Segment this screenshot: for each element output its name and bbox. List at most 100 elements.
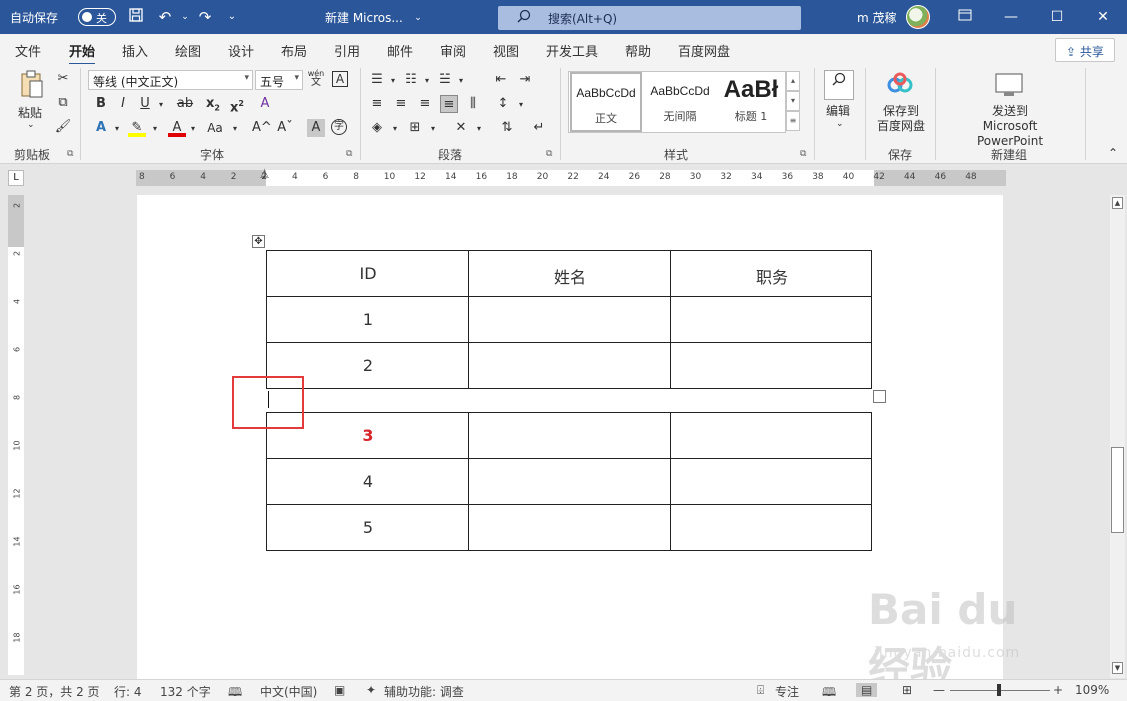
clear-formatting-icon[interactable]: A <box>256 95 274 113</box>
underline-dropdown-icon[interactable]: ▾ <box>152 96 170 114</box>
tab-help[interactable]: 帮助 <box>625 41 651 60</box>
editing-dropdown-icon[interactable]: ⌄ <box>836 119 844 129</box>
zoom-in-icon[interactable]: + <box>1053 683 1063 697</box>
indent-marker-icon[interactable]: ⏅ <box>260 167 269 180</box>
save-icon[interactable] <box>126 7 146 27</box>
focus-label[interactable]: 专注 <box>775 683 799 700</box>
tab-review[interactable]: 审阅 <box>440 41 466 60</box>
gallery-up-icon[interactable]: ▴ <box>786 71 800 91</box>
zoom-slider-thumb[interactable] <box>997 684 1001 696</box>
font-name-select[interactable]: 等线 (中文正文) ▾ <box>88 70 253 90</box>
horizontal-ruler[interactable]: 8 6 4 2 2 4 6 8 10 12 14 16 18 20 22 24 26 28 30 32 34 36 38 40… <box>136 170 1006 186</box>
editing-label[interactable]: 编辑 <box>826 104 850 119</box>
table-cell[interactable]: 1 <box>267 310 469 329</box>
highlight-icon[interactable]: ✎ <box>128 119 146 137</box>
borders-icon[interactable]: ⊞ <box>406 119 424 137</box>
tab-design[interactable]: 设计 <box>228 41 254 60</box>
vertical-ruler[interactable]: 2 2 4 6 8 10 12 14 16 18 <box>8 195 24 675</box>
style-no-spacing[interactable]: AaBbCcDd 无间隔 <box>644 72 716 132</box>
find-icon[interactable] <box>824 70 854 100</box>
table-cell[interactable]: 2 <box>267 356 469 375</box>
print-layout-icon[interactable]: ▤ <box>856 683 878 697</box>
table-header-title[interactable]: 职务 <box>671 264 873 288</box>
shrink-font-icon[interactable]: Aˇ <box>276 119 294 137</box>
superscript-icon[interactable]: x2 <box>228 95 246 115</box>
shading-dropdown-icon[interactable]: ▾ <box>386 120 404 138</box>
share-button[interactable]: ⇪ 共享 <box>1055 38 1115 62</box>
grow-font-icon[interactable]: A^ <box>252 119 272 137</box>
text-effects-dropdown-icon[interactable]: ▾ <box>108 120 126 138</box>
send-to-powerpoint-label[interactable]: 发送到 Microsoft PowerPoint <box>948 104 1072 149</box>
proofing-icon[interactable]: 🕮 <box>228 683 242 701</box>
clipboard-launcher-icon[interactable]: ⧉ <box>67 149 73 159</box>
scroll-thumb[interactable] <box>1111 447 1124 533</box>
scroll-up-icon[interactable]: ▲ <box>1112 197 1123 209</box>
tab-insert[interactable]: 插入 <box>122 41 148 60</box>
undo-dropdown-icon[interactable]: ⌄ <box>175 7 195 27</box>
line-spacing-dropdown-icon[interactable]: ▾ <box>512 96 530 114</box>
tab-developer[interactable]: 开发工具 <box>546 41 598 60</box>
char-shading-icon[interactable]: A <box>307 119 325 137</box>
scroll-down-icon[interactable]: ▼ <box>1112 662 1123 674</box>
bullets-dropdown-icon[interactable]: ▾ <box>384 72 402 90</box>
cut-icon[interactable]: ✂ <box>54 70 72 88</box>
maximize-button[interactable]: ☐ <box>1034 0 1080 34</box>
shading-icon[interactable]: ◈ <box>368 119 386 137</box>
table-header-id[interactable]: ID <box>267 264 469 283</box>
ribbon-display-icon[interactable] <box>942 0 988 34</box>
tab-file[interactable]: 文件 <box>15 41 41 60</box>
asian-layout-dropdown-icon[interactable]: ▾ <box>470 120 488 138</box>
tab-view[interactable]: 视图 <box>493 41 519 60</box>
page-count[interactable]: 第 2 页，共 2 页 <box>9 683 100 700</box>
tab-selector-icon[interactable]: L <box>8 170 24 186</box>
align-left-icon[interactable]: ≡ <box>368 95 386 113</box>
zoom-out-icon[interactable]: — <box>933 683 945 697</box>
styles-launcher-icon[interactable]: ⧉ <box>800 149 806 159</box>
format-painter-icon[interactable]: 🖌 <box>54 118 72 136</box>
word-count[interactable]: 132 个字 <box>160 683 211 700</box>
style-normal[interactable]: AaBbCcDd 正文 <box>570 72 642 132</box>
copy-icon[interactable]: ⧉ <box>54 94 72 112</box>
subscript-icon[interactable]: x2 <box>204 95 222 113</box>
accessibility-status[interactable]: 辅助功能: 调查 <box>384 683 464 700</box>
paste-icon[interactable] <box>18 70 46 100</box>
table-resize-handle[interactable] <box>873 390 886 403</box>
tab-references[interactable]: 引用 <box>334 41 360 60</box>
title-dropdown-icon[interactable]: ⌄ <box>408 8 428 28</box>
style-heading-1[interactable]: AaBł 标题 1 <box>715 72 787 132</box>
avatar[interactable] <box>906 5 930 29</box>
paste-label[interactable]: 粘贴 <box>18 104 42 121</box>
tab-mailings[interactable]: 邮件 <box>387 41 413 60</box>
paste-dropdown-icon[interactable]: ⌄ <box>27 120 35 130</box>
web-layout-icon[interactable]: ⊞ <box>902 683 912 697</box>
change-case-icon[interactable]: Aa <box>206 119 224 137</box>
align-right-icon[interactable]: ≡ <box>416 95 434 113</box>
paragraph-launcher-icon[interactable]: ⧉ <box>546 149 552 159</box>
baidu-netdisk-icon[interactable] <box>886 72 914 98</box>
justify-icon[interactable]: ≡ <box>440 95 458 113</box>
document-title[interactable]: 新建 Micros... <box>325 9 403 26</box>
align-center-icon[interactable]: ≡ <box>392 95 410 113</box>
change-case-dropdown-icon[interactable]: ▾ <box>226 120 244 138</box>
table-cell[interactable]: 4 <box>267 472 469 491</box>
bold-icon[interactable]: B <box>92 95 110 113</box>
decrease-indent-icon[interactable]: ⇤ <box>492 71 510 89</box>
gallery-more-icon[interactable]: ≡ <box>786 111 800 131</box>
phonetic-guide-icon[interactable]: wén 文 <box>307 69 325 88</box>
table-header-name[interactable]: 姓名 <box>469 264 671 288</box>
font-size-select[interactable]: 五号 ▾ <box>255 70 303 90</box>
autosave-toggle[interactable]: 关 <box>78 8 116 26</box>
table-move-handle-icon[interactable]: ✥ <box>252 235 265 248</box>
italic-icon[interactable]: I <box>114 95 132 113</box>
asian-layout-icon[interactable]: ✕ <box>452 119 470 137</box>
tab-draw[interactable]: 绘图 <box>175 41 201 60</box>
read-mode-icon[interactable]: 🕮 <box>822 683 836 701</box>
close-button[interactable]: ✕ <box>1080 0 1126 34</box>
gallery-down-icon[interactable]: ▾ <box>786 91 800 111</box>
line-number[interactable]: 行: 4 <box>114 683 142 700</box>
redo-icon[interactable]: ↷ <box>195 7 215 27</box>
sort-icon[interactable]: ⇅ <box>498 119 516 137</box>
highlight-dropdown-icon[interactable]: ▾ <box>146 120 164 138</box>
send-to-powerpoint-icon[interactable] <box>994 72 1024 100</box>
tab-baidu-netdisk[interactable]: 百度网盘 <box>678 41 730 60</box>
